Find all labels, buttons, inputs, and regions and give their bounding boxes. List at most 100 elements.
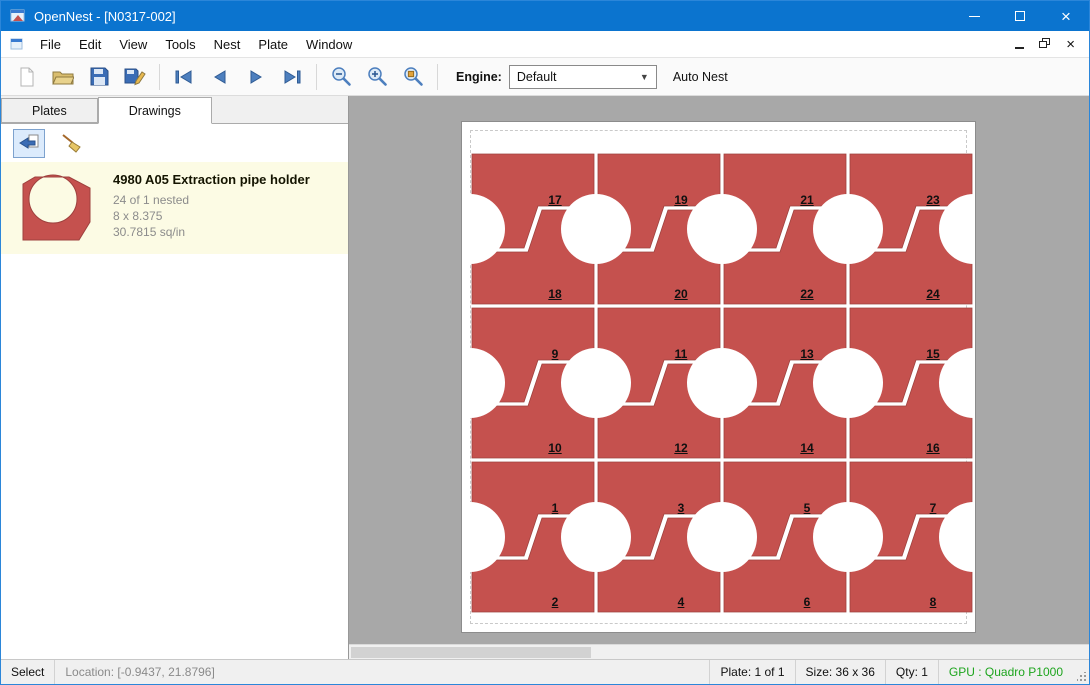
part-number[interactable]: 20 bbox=[674, 287, 687, 301]
part-number[interactable]: 24 bbox=[926, 287, 939, 301]
menu-file[interactable]: File bbox=[31, 33, 70, 56]
next-plate-button[interactable] bbox=[238, 61, 274, 93]
previous-arrow-icon bbox=[210, 69, 230, 85]
document-icon bbox=[10, 37, 24, 51]
minimize-button[interactable] bbox=[951, 1, 997, 31]
tab-plates[interactable]: Plates bbox=[1, 98, 98, 123]
menu-tools[interactable]: Tools bbox=[156, 33, 204, 56]
part-number[interactable]: 3 bbox=[678, 501, 685, 515]
menubar: File Edit View Tools Nest Plate Window × bbox=[1, 31, 1089, 58]
plate[interactable]: 171819202122232491011121314151612345678 bbox=[461, 121, 976, 633]
maximize-icon bbox=[1015, 11, 1025, 21]
first-plate-button[interactable] bbox=[166, 61, 202, 93]
part-number[interactable]: 16 bbox=[926, 441, 939, 455]
horizontal-scrollbar[interactable] bbox=[349, 644, 1089, 659]
save-button[interactable] bbox=[81, 61, 117, 93]
zoom-out-icon bbox=[331, 66, 352, 87]
save-as-button[interactable] bbox=[117, 61, 153, 93]
toolbar-separator bbox=[437, 64, 438, 90]
part-number[interactable]: 14 bbox=[800, 441, 813, 455]
mdi-close-button[interactable]: × bbox=[1066, 37, 1075, 52]
titlebar: OpenNest - [N0317-002] × bbox=[1, 1, 1089, 31]
pipe-hole bbox=[561, 194, 631, 264]
part-number[interactable]: 13 bbox=[800, 347, 813, 361]
drawings-toolbar bbox=[1, 124, 348, 162]
part-nested-count: 24 of 1 nested bbox=[113, 192, 340, 208]
part-number[interactable]: 9 bbox=[552, 347, 559, 361]
new-file-icon bbox=[17, 67, 37, 87]
zoom-fit-button[interactable] bbox=[395, 61, 431, 93]
pipe-hole bbox=[687, 502, 757, 572]
zoom-in-icon bbox=[367, 66, 388, 87]
tab-drawings[interactable]: Drawings bbox=[98, 97, 212, 124]
part-area: 30.7815 sq/in bbox=[113, 224, 340, 240]
mdi-minimize-button[interactable] bbox=[1015, 47, 1024, 49]
part-number[interactable]: 6 bbox=[804, 595, 811, 609]
part-number[interactable]: 15 bbox=[926, 347, 939, 361]
part-number[interactable]: 2 bbox=[552, 595, 559, 609]
pipe-hole bbox=[561, 502, 631, 572]
app-icon bbox=[10, 8, 26, 24]
status-gpu: GPU : Quadro P1000 bbox=[939, 660, 1073, 684]
engine-selected-value: Default bbox=[517, 70, 557, 84]
pipe-hole bbox=[813, 502, 883, 572]
menu-edit[interactable]: Edit bbox=[70, 33, 110, 56]
part-number[interactable]: 17 bbox=[548, 193, 561, 207]
auto-nest-button[interactable]: Auto Nest bbox=[673, 70, 728, 84]
part-number[interactable]: 4 bbox=[678, 595, 685, 609]
drawing-list-item[interactable]: 4980 A05 Extraction pipe holder 24 of 1 … bbox=[1, 162, 348, 254]
engine-label: Engine: bbox=[456, 70, 502, 84]
menu-plate[interactable]: Plate bbox=[249, 33, 297, 56]
part-number[interactable]: 18 bbox=[548, 287, 561, 301]
save-edit-icon bbox=[124, 67, 146, 87]
part-number[interactable]: 23 bbox=[926, 193, 939, 207]
menu-view[interactable]: View bbox=[110, 33, 156, 56]
new-button[interactable] bbox=[9, 61, 45, 93]
chevron-down-icon: ▼ bbox=[640, 72, 649, 82]
close-icon: × bbox=[1061, 8, 1071, 25]
app-window: OpenNest - [N0317-002] × File Edit View … bbox=[0, 0, 1090, 685]
toolbar-separator bbox=[316, 64, 317, 90]
pipe-hole bbox=[813, 348, 883, 418]
menu-window[interactable]: Window bbox=[297, 33, 361, 56]
scrollbar-thumb[interactable] bbox=[351, 647, 591, 658]
last-plate-button[interactable] bbox=[274, 61, 310, 93]
mdi-restore-button[interactable] bbox=[1039, 37, 1051, 52]
zoom-out-button[interactable] bbox=[323, 61, 359, 93]
part-number[interactable]: 12 bbox=[674, 441, 687, 455]
replace-drawing-button[interactable] bbox=[13, 129, 45, 158]
sidebar: Plates Drawings bbox=[1, 96, 349, 659]
part-number[interactable]: 8 bbox=[930, 595, 937, 609]
status-mode: Select bbox=[1, 660, 54, 684]
first-arrow-icon bbox=[174, 69, 194, 85]
nest-svg bbox=[470, 152, 974, 614]
toolbar-separator bbox=[159, 64, 160, 90]
open-button[interactable] bbox=[45, 61, 81, 93]
zoom-in-button[interactable] bbox=[359, 61, 395, 93]
pipe-hole bbox=[687, 194, 757, 264]
resize-grip[interactable] bbox=[1073, 660, 1089, 684]
main-area: Plates Drawings bbox=[1, 96, 1089, 659]
window-title: OpenNest - [N0317-002] bbox=[34, 9, 176, 24]
maximize-button[interactable] bbox=[997, 1, 1043, 31]
minimize-icon bbox=[969, 16, 980, 17]
engine-select[interactable]: Default ▼ bbox=[509, 65, 657, 89]
part-title: 4980 A05 Extraction pipe holder bbox=[113, 172, 340, 187]
part-number[interactable]: 19 bbox=[674, 193, 687, 207]
part-number[interactable]: 5 bbox=[804, 501, 811, 515]
part-number[interactable]: 22 bbox=[800, 287, 813, 301]
save-icon bbox=[90, 67, 109, 86]
statusbar: Select Location: [-0.9437, 21.8796] Plat… bbox=[1, 659, 1089, 684]
part-number[interactable]: 1 bbox=[552, 501, 559, 515]
previous-plate-button[interactable] bbox=[202, 61, 238, 93]
part-number[interactable]: 7 bbox=[930, 501, 937, 515]
part-number[interactable]: 11 bbox=[675, 347, 688, 361]
part-number[interactable]: 10 bbox=[548, 441, 561, 455]
clean-drawings-button[interactable] bbox=[55, 129, 87, 158]
close-button[interactable]: × bbox=[1043, 1, 1089, 31]
part-number[interactable]: 21 bbox=[800, 193, 813, 207]
nest-canvas[interactable]: 171819202122232491011121314151612345678 bbox=[349, 96, 1089, 659]
status-size: Size: 36 x 36 bbox=[796, 660, 885, 684]
menu-nest[interactable]: Nest bbox=[205, 33, 250, 56]
part-dimensions: 8 x 8.375 bbox=[113, 208, 340, 224]
